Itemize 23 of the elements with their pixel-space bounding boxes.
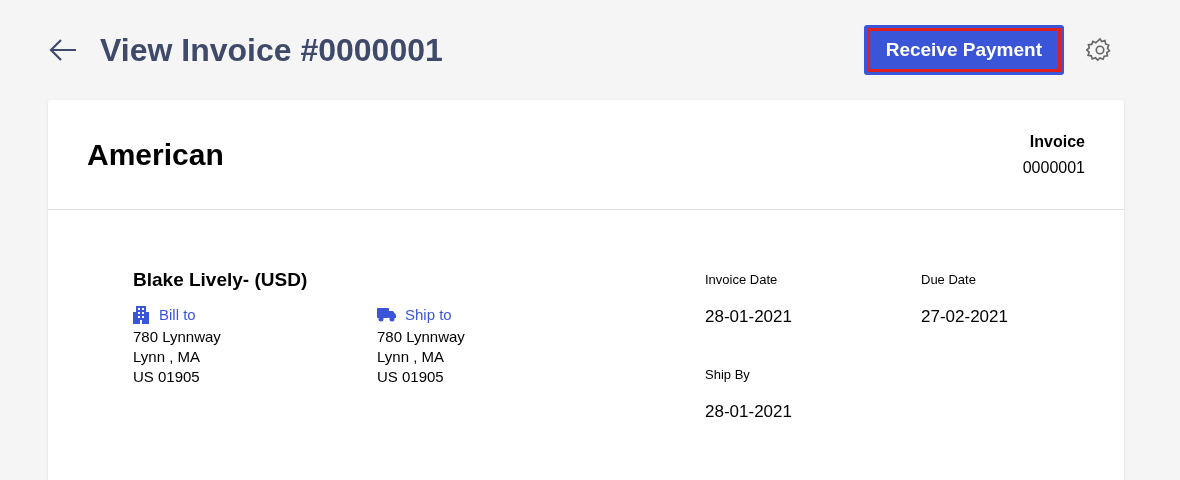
date-label: Due Date	[921, 271, 976, 289]
address-line: US 01905	[377, 366, 445, 387]
building-icon	[133, 305, 149, 324]
ship-to-label: Ship to	[405, 304, 452, 325]
invoice-number: 0000001	[1022, 157, 1085, 178]
bill-to-label: Bill to	[159, 304, 196, 325]
address-line: 780 Lynnway	[377, 326, 466, 347]
date-value: 28-01-2021	[705, 400, 792, 423]
address-line: 780 Lynnway	[133, 326, 222, 347]
invoice-label: Invoice	[1029, 131, 1085, 152]
date-value: 27-02-2021	[921, 305, 1008, 328]
date-label: Invoice Date	[705, 271, 778, 289]
date-value: 28-01-2021	[705, 305, 792, 328]
page-title: View Invoice #0000001	[100, 31, 443, 70]
company-name: American	[87, 137, 224, 173]
receive-payment-button[interactable]: Receive Payment	[863, 25, 1064, 75]
address-line: Lynn , MA	[133, 346, 201, 367]
truck-icon	[377, 307, 396, 322]
address-line: US 01905	[133, 366, 201, 387]
date-label: Ship By	[705, 366, 750, 384]
address-line: Lynn , MA	[377, 346, 445, 367]
back-arrow-icon[interactable]	[48, 38, 78, 62]
customer-name: Blake Lively- (USD)	[133, 268, 309, 292]
